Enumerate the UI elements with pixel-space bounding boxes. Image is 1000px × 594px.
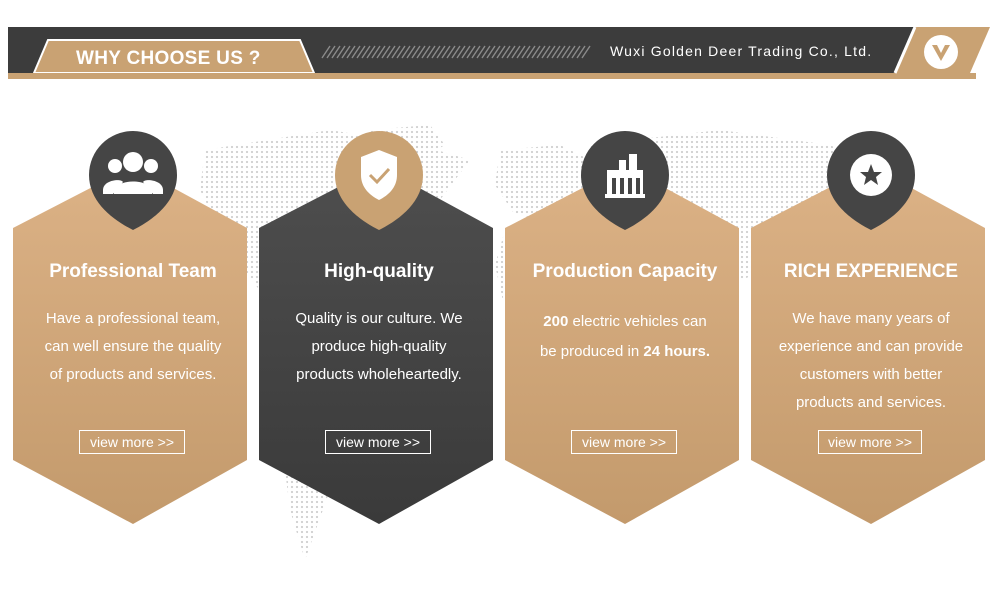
card-description: We have many years of experience and can… xyxy=(773,305,969,417)
card-description: 200 electric vehicles can be produced in… xyxy=(527,307,723,367)
description-line: We have many years of xyxy=(792,310,950,327)
description-line: Have a professional team, xyxy=(45,310,221,327)
header-banner: WHY CHOOSE US ? Wuxi Golden Deer Trading… xyxy=(0,0,1000,90)
v-logo-icon[interactable] xyxy=(924,35,958,69)
factory-icon xyxy=(605,154,645,198)
shield-check-icon xyxy=(361,150,397,200)
star-icon xyxy=(850,154,892,196)
description-line: customers with better xyxy=(799,366,943,383)
description-line: experience and can provide xyxy=(778,338,964,355)
description-line: products and services. xyxy=(795,394,947,411)
view-more-button[interactable]: view more >> xyxy=(325,430,431,454)
card-title: Production Capacity xyxy=(532,261,718,282)
section-title: WHY CHOOSE US ? xyxy=(76,48,261,69)
description-line: 200 electric vehicles can xyxy=(543,313,707,330)
card-description: Have a professional team, can well ensur… xyxy=(35,305,231,389)
company-name: Wuxi Golden Deer Trading Co., Ltd. xyxy=(610,43,873,59)
card-title: Professional Team xyxy=(49,261,217,282)
view-more-button[interactable]: view more >> xyxy=(571,430,677,454)
users-icon xyxy=(103,152,163,194)
view-more-button[interactable]: view more >> xyxy=(79,430,185,454)
card-title: High-quality xyxy=(324,261,434,282)
description-line: products wholeheartedly. xyxy=(296,366,462,383)
view-more-button[interactable]: view more >> xyxy=(818,430,922,454)
description-line: Quality is our culture. We xyxy=(295,310,463,327)
description-line: can well ensure the quality xyxy=(44,338,222,355)
card-professional-team: Professional Team Have a professional te… xyxy=(13,120,253,540)
card-production-capacity: Production Capacity 200 electric vehicle… xyxy=(505,120,745,540)
card-title: RICH EXPERIENCE xyxy=(783,261,959,282)
card-description: Quality is our culture. We produce high-… xyxy=(281,305,477,389)
card-high-quality: High-quality Quality is our culture. We … xyxy=(259,120,499,540)
description-line: of products and services. xyxy=(49,366,217,383)
description-line: produce high-quality xyxy=(311,338,447,355)
description-line: be produced in 24 hours. xyxy=(539,343,711,360)
card-rich-experience: RICH EXPERIENCE We have many years of ex… xyxy=(751,120,991,540)
